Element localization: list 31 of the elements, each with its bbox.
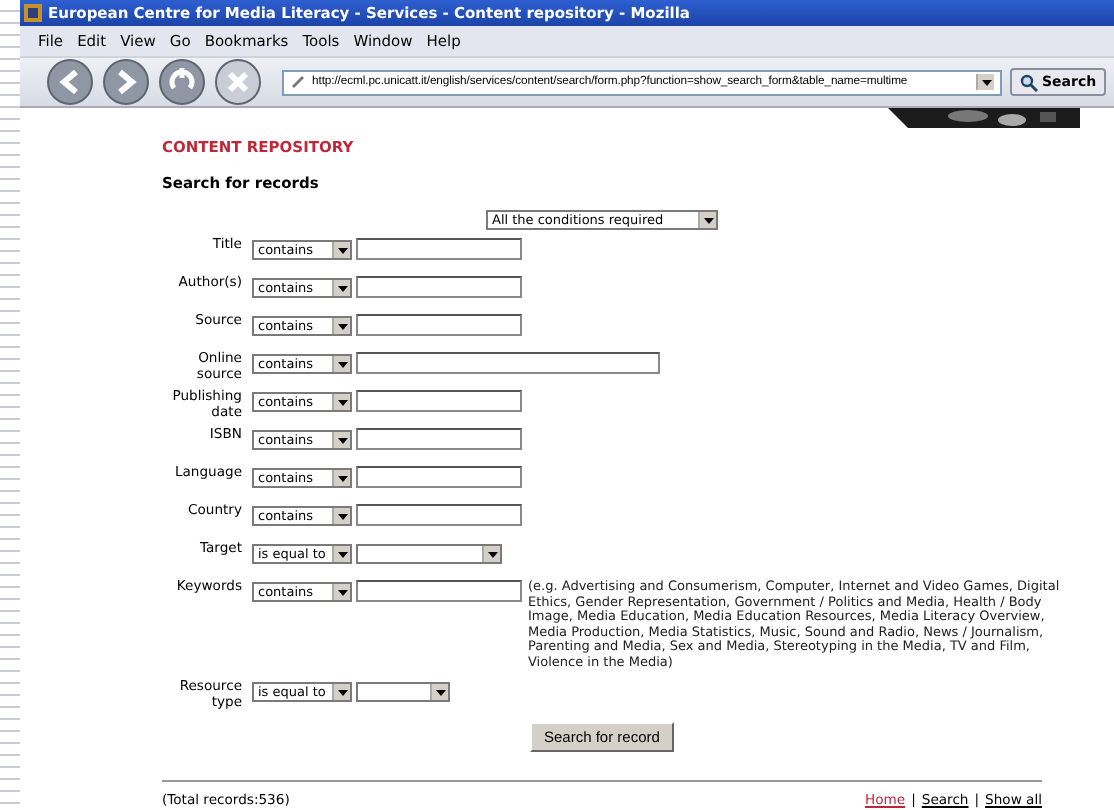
dropdown-arrow-icon bbox=[332, 508, 350, 524]
dropdown-arrow-icon bbox=[332, 546, 350, 562]
input-field[interactable] bbox=[356, 352, 660, 374]
dropdown-arrow-icon bbox=[332, 356, 350, 372]
dropdown-arrow-icon bbox=[332, 432, 350, 448]
value-select[interactable] bbox=[356, 682, 450, 702]
dropdown-arrow-icon bbox=[332, 242, 350, 258]
input-field[interactable] bbox=[356, 390, 522, 412]
back-button[interactable] bbox=[46, 58, 94, 106]
dropdown-arrow-icon bbox=[332, 470, 350, 486]
reload-button[interactable] bbox=[158, 58, 206, 106]
dropdown-arrow-icon bbox=[332, 280, 350, 296]
input-field[interactable] bbox=[356, 276, 522, 298]
dropdown-arrow-icon bbox=[976, 74, 994, 90]
value-select[interactable] bbox=[356, 544, 502, 564]
app-icon bbox=[24, 4, 42, 22]
input-field[interactable] bbox=[356, 504, 522, 526]
input-field[interactable] bbox=[356, 314, 522, 336]
input-field[interactable] bbox=[356, 428, 522, 450]
input-field[interactable] bbox=[356, 466, 522, 488]
dropdown-arrow-icon bbox=[332, 394, 350, 410]
dropdown-arrow-icon bbox=[332, 684, 350, 700]
dropdown-arrow-icon bbox=[332, 318, 350, 334]
dropdown-arrow-icon bbox=[482, 546, 500, 562]
search-icon bbox=[1020, 73, 1038, 91]
dropdown-arrow-icon bbox=[698, 212, 716, 228]
input-field[interactable] bbox=[356, 238, 522, 260]
input-field[interactable] bbox=[356, 580, 522, 602]
dropdown-arrow-icon bbox=[332, 584, 350, 600]
forward-button[interactable] bbox=[102, 58, 150, 106]
dropdown-arrow-icon bbox=[430, 684, 448, 700]
